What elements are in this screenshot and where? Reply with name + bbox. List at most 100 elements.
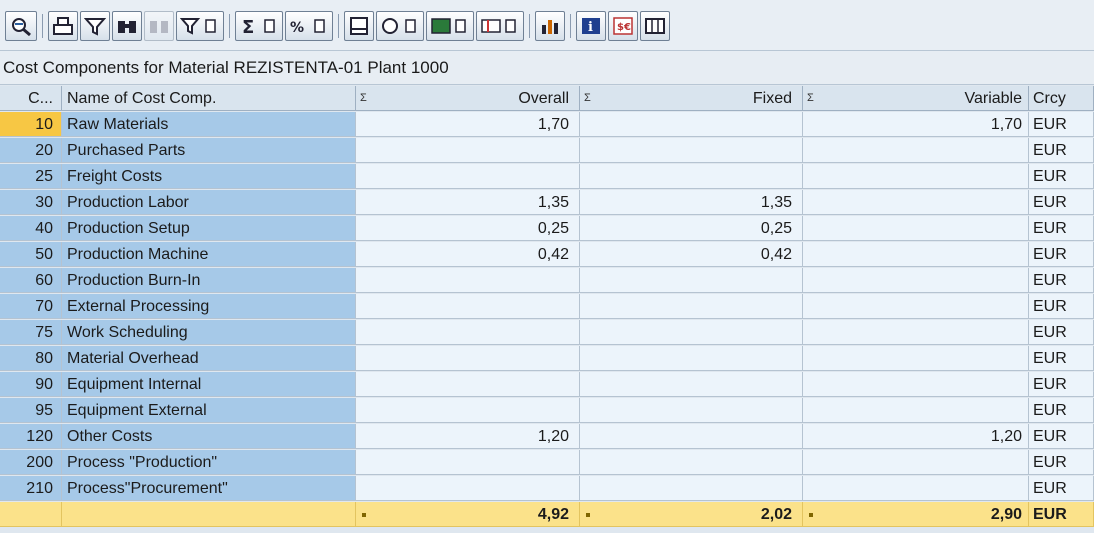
fixed-value[interactable] — [580, 268, 803, 293]
variable-value[interactable] — [803, 320, 1029, 345]
fixed-value[interactable]: 0,42 — [580, 242, 803, 267]
table-row[interactable]: 20 Purchased Parts EUR — [0, 138, 1094, 164]
overall-value[interactable]: 1,20 — [356, 424, 580, 449]
cost-component-code[interactable]: 40 — [0, 216, 62, 241]
table-row[interactable]: 75 Work Scheduling EUR — [0, 320, 1094, 346]
cost-component-code[interactable]: 80 — [0, 346, 62, 371]
table-row[interactable]: 120 Other Costs 1,20 1,20 EUR — [0, 424, 1094, 450]
overall-value[interactable]: 1,35 — [356, 190, 580, 215]
fixed-value[interactable] — [580, 424, 803, 449]
overall-value[interactable] — [356, 450, 580, 475]
information-button[interactable]: i — [576, 11, 606, 41]
currency-value[interactable]: EUR — [1029, 450, 1094, 475]
overall-value[interactable]: 1,70 — [356, 112, 580, 137]
fixed-value[interactable] — [580, 372, 803, 397]
variable-value[interactable]: 1,20 — [803, 424, 1029, 449]
fixed-value[interactable] — [580, 450, 803, 475]
fixed-value[interactable] — [580, 398, 803, 423]
cost-component-name[interactable]: Equipment Internal — [62, 372, 356, 397]
filter-button[interactable] — [80, 11, 110, 41]
fixed-value[interactable]: 1,35 — [580, 190, 803, 215]
cost-component-code[interactable]: 90 — [0, 372, 62, 397]
column-header-currency[interactable]: Crcy — [1029, 86, 1094, 111]
overall-value[interactable] — [356, 268, 580, 293]
print-preview-button[interactable] — [344, 11, 374, 41]
fixed-value[interactable]: 0,25 — [580, 216, 803, 241]
currency-value[interactable]: EUR — [1029, 398, 1094, 423]
variable-value[interactable] — [803, 242, 1029, 267]
currency-value[interactable]: EUR — [1029, 138, 1094, 163]
fixed-value[interactable] — [580, 112, 803, 137]
cost-component-code[interactable]: 50 — [0, 242, 62, 267]
overall-value[interactable] — [356, 164, 580, 189]
cost-component-name[interactable]: Purchased Parts — [62, 138, 356, 163]
table-row[interactable]: 200 Process "Production" EUR — [0, 450, 1094, 476]
overall-value[interactable]: 0,25 — [356, 216, 580, 241]
overall-value[interactable]: 0,42 — [356, 242, 580, 267]
currency-value[interactable]: EUR — [1029, 242, 1094, 267]
variable-value[interactable] — [803, 294, 1029, 319]
change-layout-button[interactable] — [476, 11, 524, 41]
table-view-button[interactable] — [640, 11, 670, 41]
column-header-name[interactable]: Name of Cost Comp. — [62, 86, 356, 111]
table-row[interactable]: 80 Material Overhead EUR — [0, 346, 1094, 372]
cost-component-name[interactable]: Production Burn-In — [62, 268, 356, 293]
currency-value[interactable]: EUR — [1029, 190, 1094, 215]
total-button[interactable]: Σ — [235, 11, 283, 41]
column-header-code[interactable]: C... — [0, 86, 62, 111]
column-header-variable[interactable]: Σ Variable — [803, 86, 1029, 111]
table-row[interactable]: 50 Production Machine 0,42 0,42 EUR — [0, 242, 1094, 268]
fixed-value[interactable] — [580, 476, 803, 501]
table-row[interactable]: 60 Production Burn-In EUR — [0, 268, 1094, 294]
currency-value[interactable]: EUR — [1029, 164, 1094, 189]
spreadsheet-button[interactable] — [426, 11, 474, 41]
variable-value[interactable] — [803, 398, 1029, 423]
cost-component-code[interactable]: 210 — [0, 476, 62, 501]
overall-value[interactable] — [356, 138, 580, 163]
overall-value[interactable] — [356, 372, 580, 397]
currency-value[interactable]: EUR — [1029, 216, 1094, 241]
overall-value[interactable] — [356, 320, 580, 345]
export-button[interactable] — [376, 11, 424, 41]
currency-value[interactable]: EUR — [1029, 476, 1094, 501]
cost-component-code[interactable]: 75 — [0, 320, 62, 345]
cost-component-code[interactable]: 200 — [0, 450, 62, 475]
overall-value[interactable] — [356, 294, 580, 319]
graphic-button[interactable] — [535, 11, 565, 41]
cost-component-code[interactable]: 60 — [0, 268, 62, 293]
currency-value[interactable]: EUR — [1029, 424, 1094, 449]
cost-component-name[interactable]: External Processing — [62, 294, 356, 319]
cost-component-code[interactable]: 120 — [0, 424, 62, 449]
variable-value[interactable] — [803, 138, 1029, 163]
cost-component-name[interactable]: Raw Materials — [62, 112, 356, 137]
column-header-fixed[interactable]: Σ Fixed — [580, 86, 803, 111]
fixed-value[interactable] — [580, 320, 803, 345]
cost-component-code[interactable]: 20 — [0, 138, 62, 163]
variable-value[interactable] — [803, 164, 1029, 189]
table-row[interactable]: 25 Freight Costs EUR — [0, 164, 1094, 190]
find-next-button[interactable] — [144, 11, 174, 41]
currency-value[interactable]: EUR — [1029, 320, 1094, 345]
find-button[interactable] — [112, 11, 142, 41]
currency-button[interactable]: $€ — [608, 11, 638, 41]
cost-component-name[interactable]: Material Overhead — [62, 346, 356, 371]
overall-value[interactable] — [356, 398, 580, 423]
variable-value[interactable] — [803, 476, 1029, 501]
table-row[interactable]: 40 Production Setup 0,25 0,25 EUR — [0, 216, 1094, 242]
set-filter-button[interactable] — [176, 11, 224, 41]
variable-value[interactable] — [803, 450, 1029, 475]
table-row[interactable]: 210 Process"Procurement" EUR — [0, 476, 1094, 502]
fixed-value[interactable] — [580, 294, 803, 319]
variable-value[interactable] — [803, 346, 1029, 371]
overall-value[interactable] — [356, 476, 580, 501]
fixed-value[interactable] — [580, 164, 803, 189]
table-row[interactable]: 70 External Processing EUR — [0, 294, 1094, 320]
cost-component-name[interactable]: Freight Costs — [62, 164, 356, 189]
cost-component-name[interactable]: Production Machine — [62, 242, 356, 267]
cost-component-name[interactable]: Production Labor — [62, 190, 356, 215]
currency-value[interactable]: EUR — [1029, 112, 1094, 137]
currency-value[interactable]: EUR — [1029, 346, 1094, 371]
cost-component-name[interactable]: Production Setup — [62, 216, 356, 241]
cost-component-name[interactable]: Work Scheduling — [62, 320, 356, 345]
table-row[interactable]: 10 Raw Materials 1,70 1,70 EUR — [0, 112, 1094, 138]
